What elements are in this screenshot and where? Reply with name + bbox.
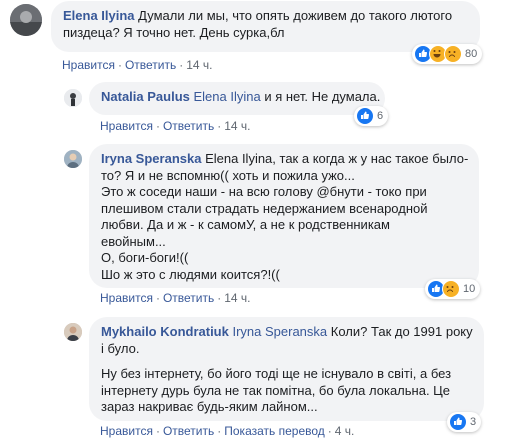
comment-text: и я нет. Не думала. <box>264 89 381 104</box>
show-translation-button[interactable]: Показать перевод <box>224 424 325 438</box>
separator-dot: · <box>155 119 160 133</box>
separator-dot: · <box>217 119 222 133</box>
reaction-count: 3 <box>470 416 477 428</box>
comment-text: Шо ж это с людями коится?!(( <box>101 266 280 282</box>
comment-line: Elena Ilyina Думали ли мы, что опять дож… <box>63 8 468 25</box>
comment-bubble: Iryna Speranska Elena Ilyina, так а когд… <box>89 144 479 288</box>
separator-dot: · <box>179 58 184 72</box>
comment-text: і було. <box>101 340 140 356</box>
comment-line: Natalia Paulus Elena Ilyina и я нет. Не … <box>101 89 380 106</box>
comment-actions: Нравится · Ответить · Показать перевод · 4 ч. <box>100 424 354 438</box>
separator-dot: · <box>117 58 122 72</box>
comment-text: плешивом стали страдать недержанием всен… <box>101 200 428 216</box>
profile-photo-icon <box>64 150 82 168</box>
timestamp[interactable]: 14 ч. <box>224 291 250 305</box>
reaction-count: 80 <box>465 48 478 60</box>
comment-text: евойным... <box>101 233 166 249</box>
author-name[interactable]: Iryna Speranska <box>101 151 201 166</box>
like-button[interactable]: Нравится <box>100 291 153 305</box>
timestamp[interactable]: 14 ч. <box>186 58 212 72</box>
mention-link[interactable]: Iryna Speranska <box>232 324 327 339</box>
comment-text: Это ж соседи наши - на всю голову @бнути… <box>101 184 427 199</box>
author-name[interactable]: Elena Ilyina <box>63 8 135 23</box>
mention-link[interactable]: Elena Ilyina <box>194 89 261 104</box>
avatar[interactable] <box>64 89 82 107</box>
comment-text: то? Я и не вспомню(( хоть и пожила ужо..… <box>101 167 355 183</box>
comment-line: Iryna Speranska Elena Ilyina, так а когд… <box>101 151 469 168</box>
reply-button[interactable]: Ответить <box>163 424 214 438</box>
sad-reaction-icon <box>444 45 462 63</box>
like-reaction-icon <box>356 107 374 125</box>
reply-button[interactable]: Ответить <box>163 119 214 133</box>
like-button[interactable]: Нравится <box>100 424 153 438</box>
reaction-summary[interactable]: 3 <box>447 412 482 432</box>
comment-text: Ну без інтернету, бо його тоді ще не існ… <box>101 366 452 381</box>
reply-button[interactable]: Ответить <box>125 58 176 72</box>
reaction-summary[interactable]: 80 <box>412 44 483 64</box>
comment-actions: Нравится · Ответить · 14 ч. <box>100 291 251 305</box>
like-reaction-icon <box>449 413 467 431</box>
comment-bubble: Natalia Paulus Elena Ilyina и я нет. Не … <box>89 82 385 115</box>
comment-text: зараз накриває будь-яким лайном... <box>101 399 318 414</box>
avatar[interactable] <box>64 150 82 168</box>
comment-text: Коли? Так до 1991 року <box>330 324 473 339</box>
profile-photo-icon <box>64 323 82 341</box>
separator-dot: · <box>155 424 160 438</box>
separator-dot: · <box>217 424 222 438</box>
separator-dot: · <box>217 291 222 305</box>
reply-button[interactable]: Ответить <box>163 291 214 305</box>
comment-bubble: Mykhailo Kondratiuk Iryna Speranska Коли… <box>89 317 484 421</box>
comment-text: пиздеца? Я точно нет. День сурка,бл <box>63 24 285 40</box>
comment-actions: Нравится · Ответить · 14 ч. <box>62 58 213 72</box>
like-button[interactable]: Нравится <box>62 58 115 72</box>
avatar[interactable] <box>64 323 82 341</box>
profile-photo-icon <box>10 4 42 36</box>
avatar[interactable] <box>10 4 42 36</box>
comment-line: Mykhailo Kondratiuk Iryna Speranska Коли… <box>101 324 473 341</box>
author-name[interactable]: Natalia Paulus <box>101 89 190 104</box>
sad-reaction-icon <box>442 280 460 298</box>
timestamp[interactable]: 14 ч. <box>224 119 250 133</box>
reaction-summary[interactable]: 10 <box>425 279 481 299</box>
separator-dot: · <box>327 424 332 438</box>
comment-text: О, боги-боги!(( <box>101 250 189 265</box>
comment-text: Elena Ilyina, так а когда ж у нас такое … <box>205 151 469 166</box>
separator-dot: · <box>155 291 160 305</box>
timestamp[interactable]: 4 ч. <box>335 424 355 438</box>
comment-text: любви. Да и ж - к самомУ, а не к родстве… <box>101 217 390 232</box>
comment-bubble: Elena Ilyina Думали ли мы, что опять дож… <box>51 1 480 52</box>
reaction-summary[interactable]: 6 <box>354 106 389 126</box>
comment-text: інтернету дурь була не так помітна, бо б… <box>101 382 451 398</box>
comment-actions: Нравится · Ответить · 14 ч. <box>100 119 251 133</box>
reaction-count: 10 <box>463 283 476 295</box>
profile-photo-icon <box>64 89 82 107</box>
author-name[interactable]: Mykhailo Kondratiuk <box>101 324 229 339</box>
comment-text: Думали ли мы, что опять доживем до таког… <box>138 8 453 23</box>
reaction-count: 6 <box>377 110 384 122</box>
like-button[interactable]: Нравится <box>100 119 153 133</box>
